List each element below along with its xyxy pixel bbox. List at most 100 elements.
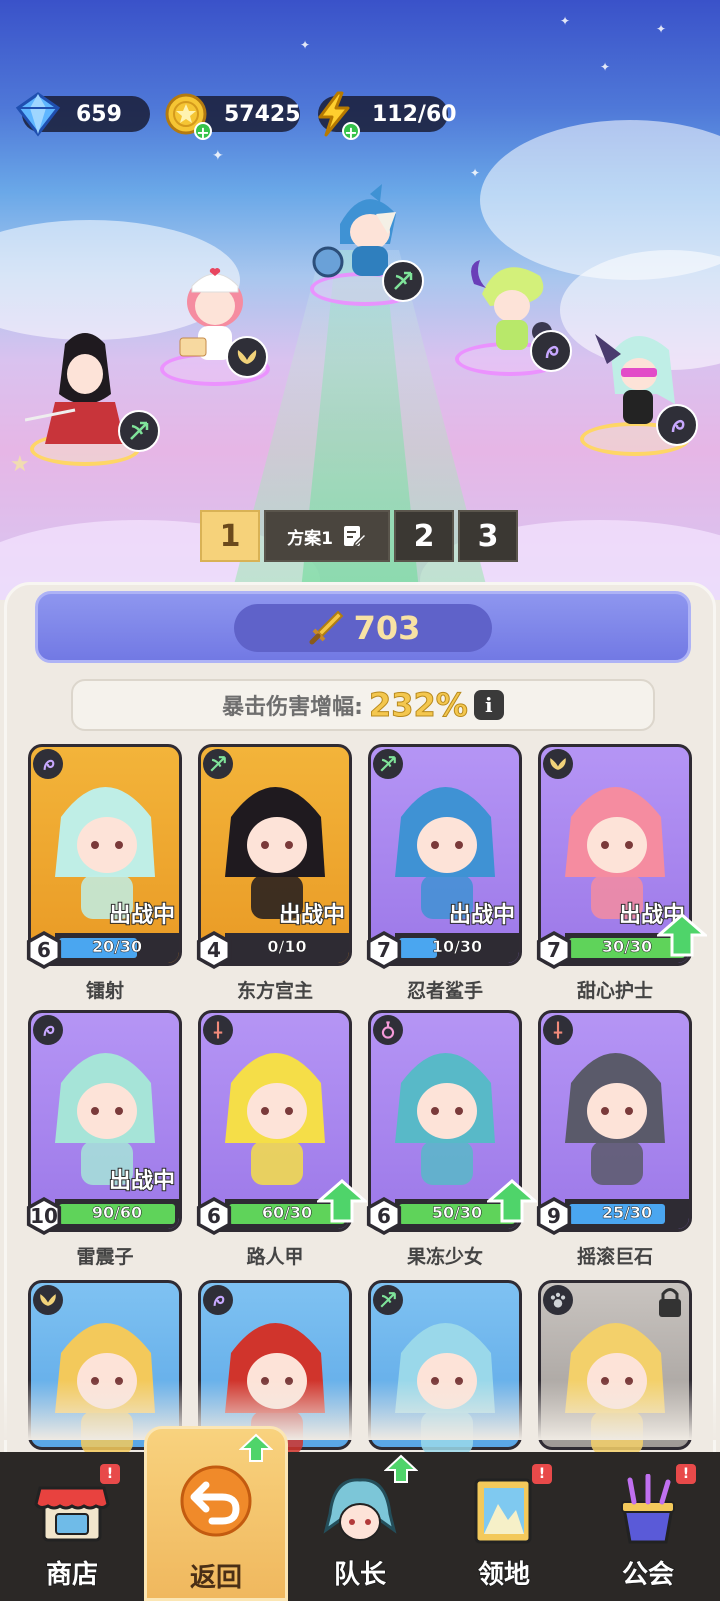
- hero-card[interactable]: 出战中 10/30 7: [366, 744, 522, 969]
- hero-class-badge: [203, 1015, 233, 1045]
- hero-level: 6: [370, 1201, 398, 1231]
- hero-progress-bar: 0/10: [225, 933, 349, 963]
- hero-progress-bar: 90/60: [55, 1199, 179, 1229]
- hero-portrait: [395, 787, 495, 919]
- bow-icon: [210, 756, 226, 772]
- hero-class-badge: [203, 1285, 233, 1315]
- hero-progress-bar: 20/30: [55, 933, 179, 963]
- territory-alert-badge: !: [532, 1464, 552, 1484]
- wings-icon: [550, 758, 566, 770]
- hero-class-badge: [373, 1285, 403, 1315]
- hero-card[interactable]: 出战中 20/30 6: [26, 744, 182, 969]
- hero-progress-bar: 25/30: [565, 1199, 689, 1229]
- nav-return-label: 返回: [189, 1563, 242, 1593]
- deployed-tag: 出战中: [448, 902, 516, 929]
- hero-level: 4: [200, 935, 228, 965]
- plan-tab-1[interactable]: 1: [200, 510, 260, 562]
- hero-level: 9: [540, 1201, 568, 1231]
- shop-alert-badge: !: [100, 1464, 120, 1484]
- hero-level: 7: [370, 935, 398, 965]
- hero-class-badge: [373, 1015, 403, 1045]
- hero-progress-text: 10/30: [431, 937, 483, 957]
- hero-card[interactable]: 25/30 9: [536, 1010, 692, 1235]
- crit-damage-value: 232%: [368, 686, 468, 725]
- sword-icon: [213, 1021, 223, 1039]
- paw-icon: [550, 1292, 566, 1308]
- hero-name: 路人甲: [246, 1246, 304, 1268]
- magic-icon: [43, 1025, 55, 1037]
- nav-captain-label: 队长: [333, 1559, 387, 1591]
- hero-card[interactable]: 出战中 90/60 10: [26, 1010, 182, 1235]
- potion-icon: [381, 1021, 395, 1039]
- hero-name: 果冻少女: [406, 1246, 483, 1268]
- territory-icon: [474, 1478, 532, 1544]
- hero-level: 6: [200, 1201, 228, 1231]
- edit-icon: [343, 526, 367, 548]
- hero-card[interactable]: 60/30 6: [196, 1010, 367, 1235]
- deployed-tag: 出战中: [278, 902, 346, 929]
- hero-class-badge: [33, 1285, 63, 1315]
- hero-class-badge: [543, 1285, 573, 1315]
- plan-tab-2-label: 2: [413, 518, 435, 554]
- guild-icon: [621, 1474, 675, 1544]
- upgrade-arrow-icon: [657, 913, 707, 957]
- plan-tab-2[interactable]: 2: [394, 510, 454, 562]
- hero-progress-text: 20/30: [91, 937, 143, 957]
- plan-tab-3-label: 3: [477, 518, 499, 554]
- combat-power-bar: 703: [35, 591, 691, 663]
- nav-territory-label: 领地: [477, 1559, 531, 1591]
- return-icon: [180, 1465, 252, 1537]
- energy-counter[interactable]: + 112/60: [318, 91, 457, 141]
- hero-progress-bar: 10/30: [395, 933, 519, 963]
- field-hero-thunder[interactable]: [450, 250, 572, 376]
- hero-class-badge: [33, 749, 63, 779]
- hero-progress-text: 90/60: [91, 1203, 143, 1223]
- deployed-tag: 出战中: [108, 1168, 176, 1195]
- upgrade-arrow-icon: [384, 1454, 418, 1483]
- hero-name: 雷震子: [76, 1246, 134, 1268]
- sword-icon: [553, 1021, 563, 1039]
- upgrade-arrow-icon: [317, 1179, 367, 1223]
- hero-portrait: [565, 1053, 665, 1185]
- field-hero-laser[interactable]: [570, 310, 700, 456]
- nav-territory[interactable]: ! 领地: [432, 1452, 576, 1601]
- gems-counter[interactable]: 659: [15, 92, 150, 137]
- lock-icon: [659, 1288, 681, 1317]
- hero-level: 7: [540, 935, 568, 965]
- hero-card[interactable]: 50/30 6: [366, 1010, 537, 1235]
- hero-card[interactable]: 出战中 30/30 7: [536, 744, 707, 969]
- plan-tab-3[interactable]: 3: [458, 510, 518, 562]
- hero-portrait: [225, 787, 325, 919]
- nav-shop[interactable]: ! 商店: [0, 1452, 144, 1601]
- hero-name: 忍者鲨手: [406, 980, 483, 1002]
- field-hero-ninja-shark[interactable]: [300, 180, 430, 306]
- battlefield-scene: ✦ ✦ ✦ ✦ ✦ ✦ ★ 659 + 57425 + 112/60 1 方案1…: [0, 0, 720, 600]
- hero-class-badge: [373, 749, 403, 779]
- magic-icon: [213, 1295, 225, 1307]
- plan-name: 方案1: [287, 528, 333, 549]
- add-coins-icon[interactable]: +: [194, 122, 212, 141]
- hero-level: 6: [30, 935, 58, 965]
- hero-class-badge: [203, 749, 233, 779]
- crit-damage-row: 暴击伤害增幅: 232% i: [71, 679, 655, 731]
- wings-icon: [40, 1294, 56, 1306]
- hero-portrait: [55, 787, 155, 919]
- hero-class-badge: [543, 749, 573, 779]
- nav-return[interactable]: 返回: [144, 1426, 288, 1601]
- hero-name: 镭射: [85, 980, 124, 1002]
- info-icon[interactable]: i: [473, 690, 504, 720]
- add-energy-icon[interactable]: +: [342, 122, 360, 141]
- coins-counter[interactable]: + 57425: [165, 93, 301, 141]
- nav-captain[interactable]: 队长: [288, 1452, 432, 1601]
- field-hero-palace-lady[interactable]: [10, 310, 160, 466]
- nav-guild-label: 公会: [621, 1559, 675, 1591]
- guild-alert-badge: !: [676, 1464, 696, 1484]
- nav-guild[interactable]: ! 公会: [576, 1452, 720, 1601]
- hero-card[interactable]: 出战中 0/10 4: [196, 744, 352, 969]
- plan-name-edit[interactable]: 方案1: [264, 510, 390, 562]
- hero-progress-text: 0/10: [267, 937, 307, 957]
- shop-icon: [34, 1486, 110, 1542]
- hero-portrait: [55, 1053, 155, 1185]
- field-hero-nurse[interactable]: [150, 250, 280, 386]
- nav-shop-label: 商店: [45, 1559, 99, 1591]
